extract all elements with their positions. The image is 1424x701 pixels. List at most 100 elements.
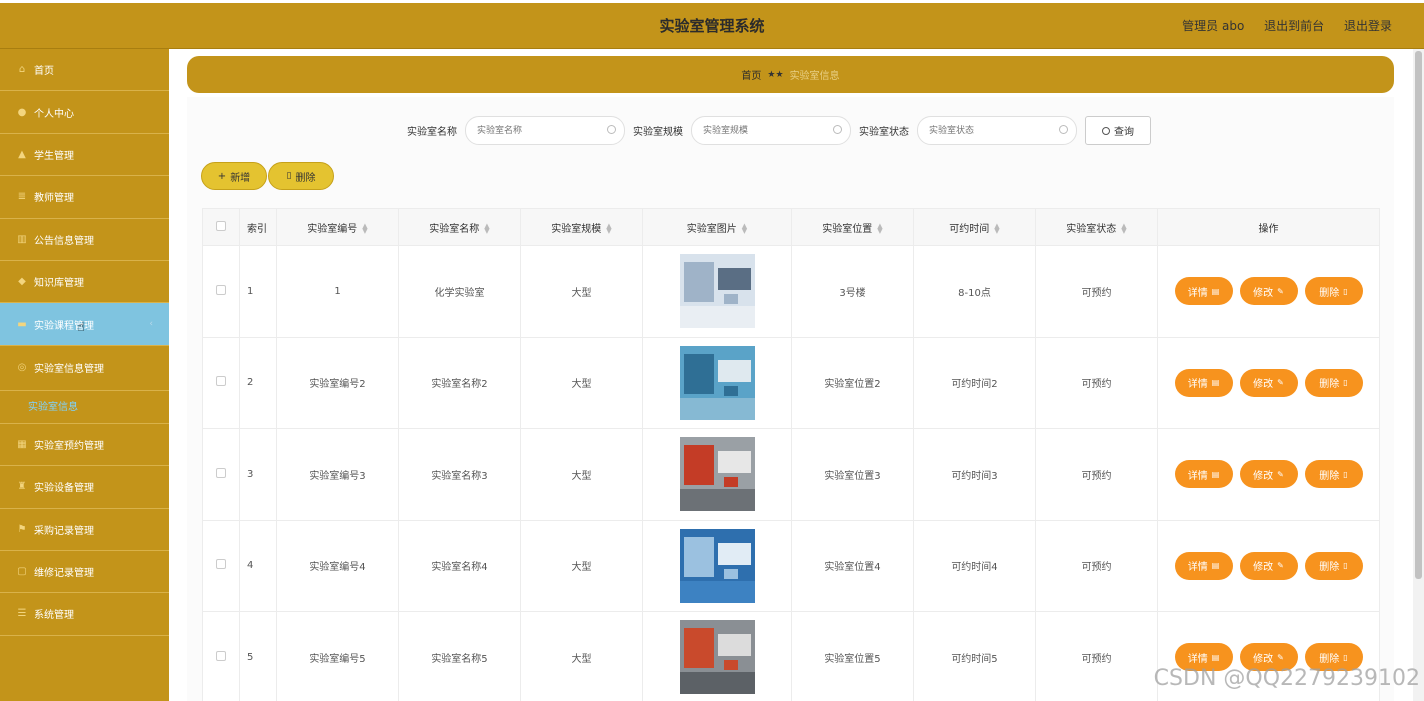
sidebar-item-knowledge[interactable]: ◆ 知识库管理 [0,261,169,304]
detail-button[interactable]: 详情 ▤ [1174,368,1233,397]
detail-button[interactable]: 详情 ▤ [1174,460,1233,489]
scrollbar-thumb[interactable] [1415,51,1422,579]
header-name[interactable]: 实验室名称 ▲ ▼ [398,208,521,246]
cell-actions: 详情 ▤ 修改 ✎ 删除 ▯ [1157,519,1380,612]
to-front-link[interactable]: 退出到前台 [1264,19,1324,33]
sidebar-item-reservations[interactable]: ▦ 实验室预约管理 [0,424,169,467]
cell-status: 可预约 [1035,336,1158,429]
row-select-cell[interactable] [202,245,240,338]
name-filter-field[interactable] [465,116,625,145]
sort-icon[interactable]: ▲ ▼ [742,222,747,234]
sidebar-item-system[interactable]: ☰ 系统管理 [0,593,169,636]
header-location[interactable]: 实验室位置 ▲ ▼ [791,208,914,246]
breadcrumb-separator-icon: ★★ [767,69,784,80]
edit-button-label: 修改 [1253,287,1274,299]
batch-delete-button[interactable]: ▯ 删除 [268,162,334,190]
row-checkbox[interactable] [216,559,226,570]
table-row[interactable]: 3 实验室编号3 实验室名称3 大型 实验室位置3 可约时间3 可预约 详情 ▤ 修改 ✎ 删除 ▯ [202,428,1380,521]
sidebar-item-students[interactable]: ▲ 学生管理 [0,134,169,177]
admin-label[interactable]: 管理员 abo [1182,19,1244,33]
scale-filter-field[interactable] [691,116,851,145]
cell-actions: 详情 ▤ 修改 ✎ 删除 ▯ [1157,245,1380,338]
sort-icon[interactable]: ▲ ▼ [877,222,882,234]
table-row[interactable]: 4 实验室编号4 实验室名称4 大型 实验室位置4 可约时间4 可预约 详情 ▤ 修改 ✎ 删除 ▯ [202,519,1380,612]
row-select-cell[interactable] [202,428,240,521]
sort-icon[interactable]: ▲ ▼ [994,222,999,234]
cell-name: 实验室名称3 [398,428,521,521]
row-select-cell[interactable] [202,519,240,612]
lab-photo[interactable] [679,437,755,512]
sidebar-item-teachers[interactable]: ≣ 教师管理 [0,176,169,219]
table-row[interactable]: 2 实验室编号2 实验室名称2 大型 实验室位置2 可约时间2 可预约 详情 ▤ 修改 ✎ 删除 ▯ [202,336,1380,429]
header-image[interactable]: 实验室图片 ▲ ▼ [642,208,792,246]
row-checkbox[interactable] [216,376,226,387]
sort-icon[interactable]: ▲ ▼ [1121,222,1126,234]
trash-icon: ▯ [1343,561,1348,571]
select-all-checkbox[interactable] [216,220,226,231]
cell-name: 实验室名称2 [398,336,521,429]
edit-button[interactable]: 修改 ✎ [1239,368,1298,397]
table-header-row: 索引 实验室编号 ▲ ▼ 实验室名称 ▲ ▼ 实验室规模 ▲ ▼ 实验室图片 ▲ ▼ 实验室位置… [202,208,1380,246]
lab-photo[interactable] [679,345,755,420]
window-icon: ▢ [17,566,27,578]
pencil-icon: ✎ [1277,378,1284,388]
lab-photo[interactable] [679,254,755,329]
edit-button[interactable]: 修改 ✎ [1239,277,1298,306]
name-filter-input[interactable] [466,117,596,144]
sidebar-item-purchases[interactable]: ⚑ 采购记录管理 [0,509,169,551]
sort-icon[interactable]: ▲ ▼ [484,222,489,234]
row-checkbox[interactable] [216,284,226,295]
table-row[interactable]: 1 1 化学实验室 大型 3号楼 8-10点 可预约 详情 ▤ 修改 ✎ 删除 ▯ [202,245,1380,338]
sidebar-item-home[interactable]: ⌂ 首页 [0,49,169,92]
sidebar-item-repairs[interactable]: ▢ 维修记录管理 [0,551,169,594]
sort-icon[interactable]: ▲ ▼ [606,222,611,234]
scrollbar[interactable] [1413,49,1424,701]
status-filter-field[interactable] [917,116,1077,145]
graduation-icon: ▲ [18,148,26,160]
row-select-cell[interactable] [202,336,240,429]
sidebar-item-label: 实验设备管理 [34,483,94,495]
edit-button[interactable]: 修改 ✎ [1239,460,1298,489]
detail-button[interactable]: 详情 ▤ [1174,551,1233,580]
calendar-icon: ▦ [17,438,27,450]
cell-code: 1 [276,245,399,338]
trash-icon: ▯ [1343,652,1348,662]
header-status[interactable]: 实验室状态 ▲ ▼ [1035,208,1158,246]
delete-button[interactable]: 删除 ▯ [1304,277,1363,306]
scale-filter-input[interactable] [692,117,822,144]
logout-link[interactable]: 退出登录 [1344,19,1392,33]
sidebar-item-lab-info[interactable]: ◎ 实验室信息管理 [0,346,169,391]
status-filter-input[interactable] [918,117,1048,144]
sidebar-subitem-lab-info[interactable]: 实验室信息 [0,391,169,424]
header-time[interactable]: 可约时间 ▲ ▼ [913,208,1036,246]
cell-actions: 详情 ▤ 修改 ✎ 删除 ▯ [1157,428,1380,521]
batch-delete-label: 删除 [295,172,316,184]
breadcrumb-home[interactable]: 首页 [741,67,761,82]
sidebar-item-label: 实验室信息管理 [34,364,104,376]
sidebar-item-equipment[interactable]: ♜ 实验设备管理 [0,466,169,509]
cell-location: 3号楼 [791,245,914,338]
lab-photo[interactable] [679,528,755,603]
chevron-left-icon: ‹ [149,319,153,330]
user-links: 管理员 abo 退出到前台 退出登录 [1166,3,1392,49]
add-button[interactable]: + 新增 [201,162,267,190]
sidebar-item-personal-center[interactable]: ● 个人中心 [0,91,169,134]
delete-button[interactable]: 删除 ▯ [1304,460,1363,489]
lab-photo[interactable] [679,620,755,695]
edit-button[interactable]: 修改 ✎ [1239,551,1298,580]
cell-location: 实验室位置2 [791,336,914,429]
trash-icon: ▯ [1343,378,1348,388]
query-button[interactable]: 查询 [1085,116,1151,145]
cell-image [642,336,792,429]
sidebar-item-announcements[interactable]: ▥ 公告信息管理 [0,219,169,261]
delete-button[interactable]: 删除 ▯ [1304,368,1363,397]
select-all-cell[interactable] [202,208,240,246]
sort-icon[interactable]: ▲ ▼ [362,222,367,234]
row-checkbox[interactable] [216,467,226,478]
header-code[interactable]: 实验室编号 ▲ ▼ [276,208,399,246]
delete-button[interactable]: 删除 ▯ [1304,551,1363,580]
header-scale[interactable]: 实验室规模 ▲ ▼ [520,208,643,246]
detail-button[interactable]: 详情 ▤ [1174,277,1233,306]
row-select-cell[interactable] [202,611,240,701]
row-checkbox[interactable] [216,650,226,661]
